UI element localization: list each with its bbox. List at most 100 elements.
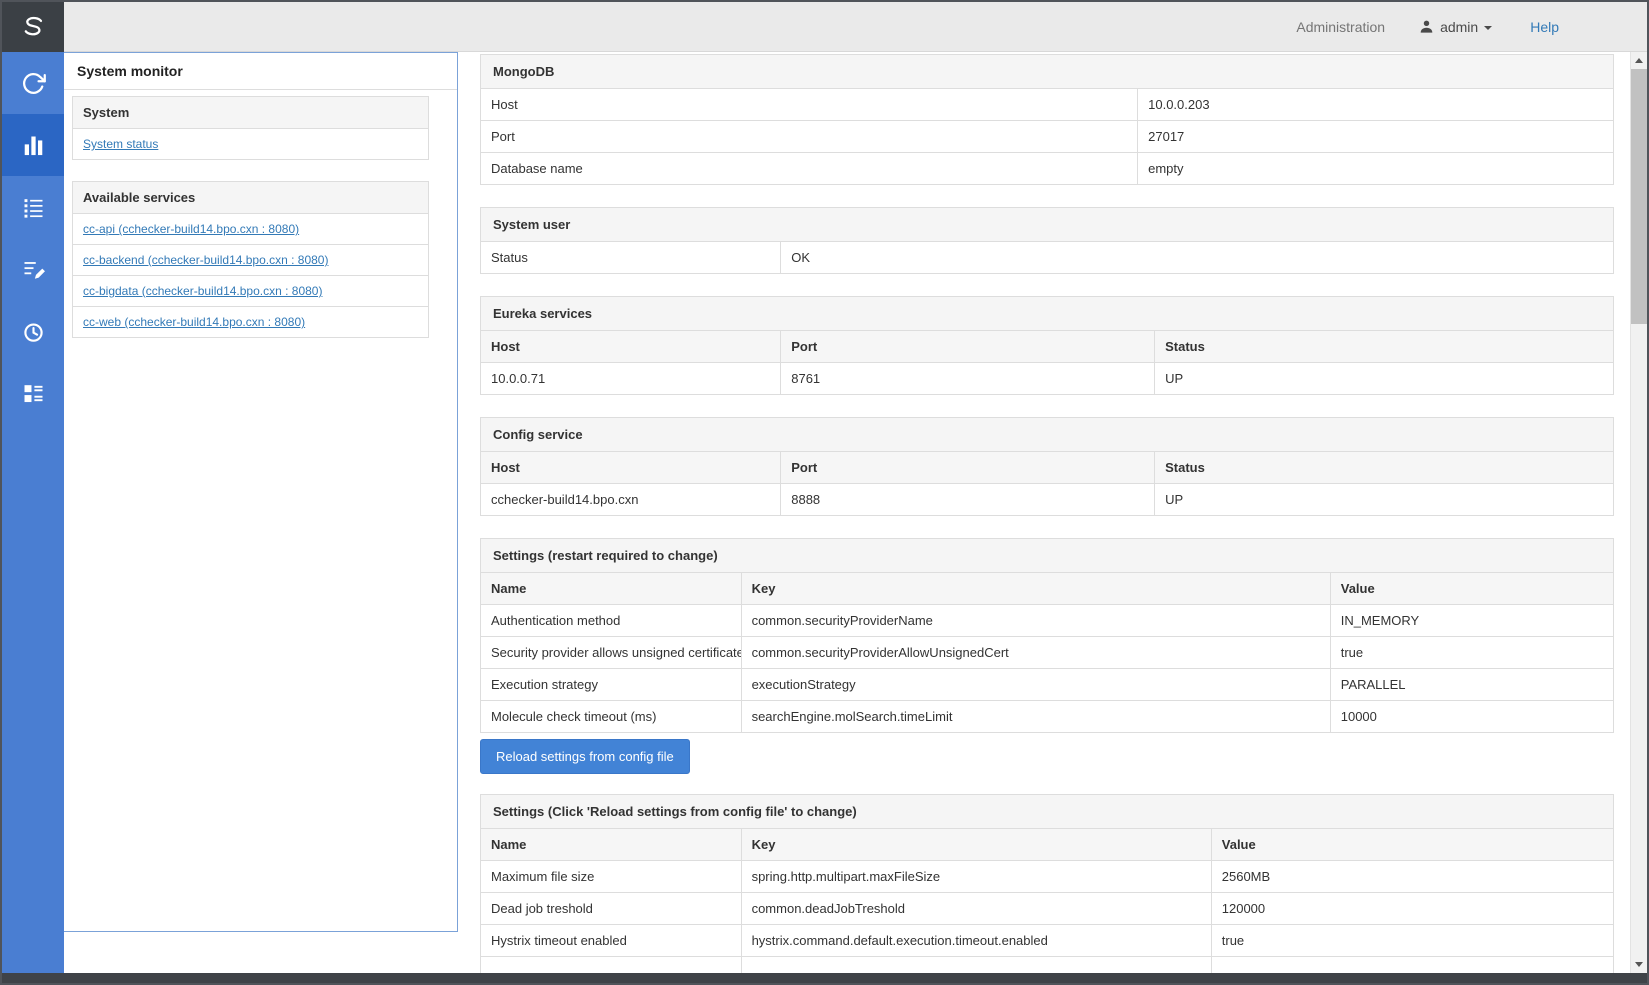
cell-value: IN_MEMORY (1330, 605, 1613, 637)
scrollbar-thumb[interactable] (1631, 69, 1648, 324)
cell-value: true (1330, 637, 1613, 669)
table-row: Execution strategy executionStrategy PAR… (481, 669, 1614, 701)
service-link-cc-backend[interactable]: cc-backend (cchecker-build14.bpo.cxn : 8… (83, 253, 328, 267)
cell-key: spring.http.multipart.maxFileSize (741, 861, 1211, 893)
dashboard-icon (20, 380, 47, 407)
cell-name: Security provider allows unsigned certif… (481, 637, 742, 669)
edit-list-icon (20, 256, 47, 283)
help-link[interactable]: Help (1530, 19, 1559, 35)
cell-value: 2560MB (1211, 861, 1613, 893)
cell-status: UP (1155, 484, 1614, 516)
column-header-key: Key (741, 573, 1330, 605)
scroll-down-button[interactable] (1631, 956, 1648, 973)
cell-port: 8761 (781, 363, 1155, 395)
logo-s-icon (18, 12, 48, 42)
panel-title-eureka: Eureka services (480, 296, 1614, 331)
eureka-table: Host Port Status 10.0.0.71 8761 UP (480, 330, 1614, 395)
panel-title-settings-reload: Settings (Click 'Reload settings from co… (480, 794, 1614, 829)
sidebar-nav (2, 52, 64, 973)
panel-config-service: Config service Host Port Status cchecker… (480, 417, 1614, 516)
bar-chart-icon (20, 132, 47, 159)
main-content: MongoDB Host 10.0.0.203 Port 27017 (458, 52, 1630, 973)
row-label: Database name (481, 153, 1138, 185)
column-header-host: Host (481, 452, 781, 484)
cell-value: PARALLEL (1330, 669, 1613, 701)
row-value: 27017 (1138, 121, 1614, 153)
user-menu[interactable]: admin (1419, 19, 1492, 35)
person-icon (1419, 19, 1434, 34)
vertical-scrollbar[interactable] (1630, 52, 1647, 973)
table-header-row: Host Port Status (481, 452, 1614, 484)
cell-name: Authentication method (481, 605, 742, 637)
panel-system-user: System user Status OK (480, 207, 1614, 274)
system-section: System System status (72, 96, 429, 160)
list-item: System status (73, 128, 428, 159)
cell-name: Molecule check timeout (ms) (481, 701, 742, 733)
mongodb-table: Host 10.0.0.203 Port 27017 Database name… (480, 88, 1614, 185)
service-link-cc-web[interactable]: cc-web (cchecker-build14.bpo.cxn : 8080) (83, 315, 305, 329)
row-value: empty (1138, 153, 1614, 185)
table-header-row: Name Key Value (481, 573, 1614, 605)
topbar-menu: Administration admin Help (1296, 19, 1647, 35)
arrow-up-icon (1635, 58, 1643, 63)
table-row: Database name empty (481, 153, 1614, 185)
cell-key (741, 957, 1211, 974)
system-status-link[interactable]: System status (83, 137, 158, 151)
column-header-name: Name (481, 829, 742, 861)
sidebar-item-edit-list[interactable] (2, 238, 64, 300)
sidebar-item-history[interactable] (2, 52, 64, 114)
cell-name: Dead job treshold (481, 893, 742, 925)
scroll-up-button[interactable] (1631, 52, 1648, 69)
service-link-cc-api[interactable]: cc-api (cchecker-build14.bpo.cxn : 8080) (83, 222, 299, 236)
column-header-key: Key (741, 829, 1211, 861)
settings-reload-table: Name Key Value Maximum file size spring.… (480, 828, 1614, 973)
service-link-cc-bigdata[interactable]: cc-bigdata (cchecker-build14.bpo.cxn : 8… (83, 284, 322, 298)
cell-key: common.deadJobTreshold (741, 893, 1211, 925)
system-monitor-panel: System monitor System System status Avai… (64, 52, 458, 932)
cell-name (481, 957, 742, 974)
row-value: 10.0.0.203 (1138, 89, 1614, 121)
system-section-header: System (73, 97, 428, 128)
table-header-row: Name Key Value (481, 829, 1614, 861)
sidebar-item-list[interactable] (2, 176, 64, 238)
reload-button-row: Reload settings from config file (480, 739, 1614, 774)
sidebar-item-system-monitor[interactable] (2, 114, 64, 176)
cell-key: searchEngine.molSearch.timeLimit (741, 701, 1330, 733)
column-header-value: Value (1330, 573, 1613, 605)
administration-menu[interactable]: Administration (1296, 19, 1385, 35)
timer-icon (20, 318, 47, 345)
chevron-down-icon (1484, 26, 1492, 30)
column-header-host: Host (481, 331, 781, 363)
column-header-status: Status (1155, 452, 1614, 484)
table-row: Security provider allows unsigned certif… (481, 637, 1614, 669)
cell-key: executionStrategy (741, 669, 1330, 701)
available-services-header: Available services (73, 182, 428, 213)
table-row: Status OK (481, 242, 1614, 274)
cell-status: UP (1155, 363, 1614, 395)
available-services-section: Available services cc-api (cchecker-buil… (72, 181, 429, 338)
scrollbar-track[interactable] (1631, 324, 1648, 956)
list-item: cc-backend (cchecker-build14.bpo.cxn : 8… (73, 244, 428, 275)
list-item: cc-web (cchecker-build14.bpo.cxn : 8080) (73, 306, 428, 337)
sidebar-item-timer[interactable] (2, 300, 64, 362)
reload-settings-button[interactable]: Reload settings from config file (480, 739, 690, 774)
sidebar-item-dashboard[interactable] (2, 362, 64, 424)
panel-title-settings-restart: Settings (restart required to change) (480, 538, 1614, 573)
list-item: cc-bigdata (cchecker-build14.bpo.cxn : 8… (73, 275, 428, 306)
content: System monitor System System status Avai… (2, 52, 1647, 973)
table-row: cchecker-build14.bpo.cxn 8888 UP (481, 484, 1614, 516)
page-title: System monitor (64, 53, 457, 90)
cell-key: common.securityProviderName (741, 605, 1330, 637)
cell-value (1211, 957, 1613, 974)
cell-host: cchecker-build14.bpo.cxn (481, 484, 781, 516)
table-row: 10.0.0.71 8761 UP (481, 363, 1614, 395)
table-row: Authentication method common.securityPro… (481, 605, 1614, 637)
window-bottom-edge (2, 973, 1647, 983)
system-user-table: Status OK (480, 241, 1614, 274)
column-header-name: Name (481, 573, 742, 605)
list-item: cc-api (cchecker-build14.bpo.cxn : 8080) (73, 213, 428, 244)
table-row-clipped (481, 957, 1614, 974)
panel-mongodb: MongoDB Host 10.0.0.203 Port 27017 (480, 54, 1614, 185)
table-row: Hystrix timeout enabled hystrix.command.… (481, 925, 1614, 957)
cell-name: Hystrix timeout enabled (481, 925, 742, 957)
